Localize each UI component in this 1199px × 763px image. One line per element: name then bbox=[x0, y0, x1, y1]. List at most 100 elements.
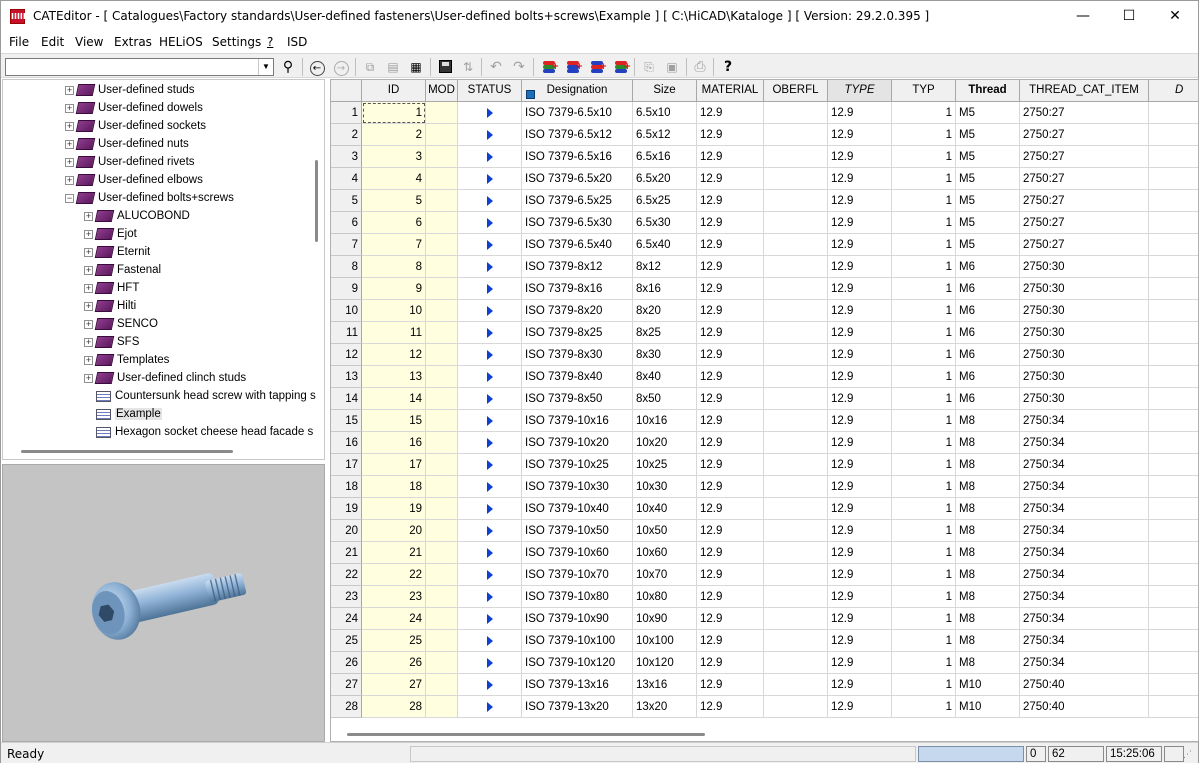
table-cell[interactable]: 8x25 bbox=[633, 322, 697, 344]
table-cell[interactable] bbox=[1149, 234, 1198, 256]
table-cell[interactable] bbox=[764, 564, 828, 586]
table-cell[interactable] bbox=[1149, 300, 1198, 322]
table-cell[interactable]: 10x120 bbox=[633, 652, 697, 674]
table-cell[interactable] bbox=[764, 410, 828, 432]
tree-item[interactable]: Countersunk head screw with tapping s bbox=[84, 387, 316, 405]
tree-expander-icon[interactable]: + bbox=[84, 211, 93, 221]
table-cell[interactable]: 10x16 bbox=[633, 410, 697, 432]
table-cell[interactable]: 12.9 bbox=[828, 344, 892, 366]
table-cell[interactable]: 15 bbox=[362, 410, 426, 432]
table-cell[interactable]: 1 bbox=[892, 432, 956, 454]
table-cell[interactable] bbox=[764, 498, 828, 520]
table-cell[interactable]: 12.9 bbox=[697, 564, 764, 586]
table-cell[interactable] bbox=[426, 564, 458, 586]
copy-rows-icon[interactable]: ⧉ bbox=[360, 57, 380, 77]
table-cell[interactable]: 2750:40 bbox=[1020, 696, 1149, 718]
back-button[interactable]: ← bbox=[307, 57, 327, 77]
table-cell[interactable]: 19 bbox=[362, 498, 426, 520]
table-cell[interactable] bbox=[426, 322, 458, 344]
tree-expander-icon[interactable]: + bbox=[65, 139, 74, 149]
table-cell[interactable] bbox=[1149, 674, 1198, 696]
table-cell[interactable]: 2750:40 bbox=[1020, 674, 1149, 696]
table-cell[interactable] bbox=[426, 432, 458, 454]
tree-horizontal-scrollbar[interactable] bbox=[3, 444, 324, 459]
table-cell[interactable] bbox=[764, 190, 828, 212]
paste-icon[interactable]: ▣ bbox=[662, 57, 682, 77]
table-cell[interactable] bbox=[1149, 256, 1198, 278]
table-cell[interactable] bbox=[426, 256, 458, 278]
tree-item[interactable]: + Eternit bbox=[84, 243, 150, 261]
status-cell[interactable] bbox=[458, 476, 522, 498]
table-cell[interactable]: 12.9 bbox=[828, 542, 892, 564]
maximize-button[interactable]: ☐ bbox=[1106, 1, 1152, 32]
table-cell[interactable]: 1 bbox=[892, 234, 956, 256]
table-cell[interactable]: M8 bbox=[956, 432, 1020, 454]
table-cell[interactable]: 12.9 bbox=[697, 476, 764, 498]
table-cell[interactable]: 12.9 bbox=[697, 322, 764, 344]
table-cell[interactable] bbox=[426, 630, 458, 652]
table-cell[interactable]: 18 bbox=[362, 476, 426, 498]
sort-icon[interactable]: ⇅ bbox=[458, 57, 478, 77]
table-cell[interactable]: 12.9 bbox=[828, 476, 892, 498]
table-cell[interactable]: 2 bbox=[362, 124, 426, 146]
database-add-button-3[interactable]: + bbox=[587, 57, 607, 77]
status-cell[interactable] bbox=[458, 542, 522, 564]
table-cell[interactable]: 13x16 bbox=[633, 674, 697, 696]
table-cell[interactable] bbox=[1149, 278, 1198, 300]
tree-expander-icon[interactable]: + bbox=[84, 355, 93, 365]
table-cell[interactable]: 6.5x40 bbox=[633, 234, 697, 256]
table-cell[interactable]: 2750:30 bbox=[1020, 388, 1149, 410]
table-cell[interactable]: ISO 7379-10x30 bbox=[522, 476, 633, 498]
table-cell[interactable]: 10x30 bbox=[633, 476, 697, 498]
table-cell[interactable]: 22 bbox=[362, 564, 426, 586]
table-cell[interactable] bbox=[764, 256, 828, 278]
table-cell[interactable] bbox=[426, 146, 458, 168]
table-cell[interactable] bbox=[764, 630, 828, 652]
table-cell[interactable]: 12.9 bbox=[828, 498, 892, 520]
table-cell[interactable]: 12.9 bbox=[828, 630, 892, 652]
column-header[interactable]: OBERFL bbox=[764, 80, 828, 102]
table-cell[interactable]: ISO 7379-6.5x10 bbox=[522, 102, 633, 124]
table-cell[interactable]: 10x100 bbox=[633, 630, 697, 652]
table-cell[interactable]: 8x20 bbox=[633, 300, 697, 322]
copy-icon[interactable]: ⎘ bbox=[639, 57, 659, 77]
table-cell[interactable]: 1 bbox=[892, 146, 956, 168]
column-header[interactable]: MATERIAL bbox=[697, 80, 764, 102]
table-cell[interactable]: 1 bbox=[892, 256, 956, 278]
table-cell[interactable]: 2750:30 bbox=[1020, 366, 1149, 388]
table-cell[interactable]: 12.9 bbox=[828, 300, 892, 322]
status-cell[interactable] bbox=[458, 102, 522, 124]
search-combobox[interactable]: ▼ bbox=[5, 58, 274, 76]
table-cell[interactable]: 12.9 bbox=[828, 454, 892, 476]
table-cell[interactable]: 10 bbox=[362, 300, 426, 322]
table-cell[interactable]: M5 bbox=[956, 168, 1020, 190]
status-cell[interactable] bbox=[458, 454, 522, 476]
table-cell[interactable]: 1 bbox=[892, 322, 956, 344]
table-cell[interactable]: 10x70 bbox=[633, 564, 697, 586]
table-cell[interactable] bbox=[426, 696, 458, 718]
table-cell[interactable]: 1 bbox=[892, 542, 956, 564]
table-cell[interactable]: M8 bbox=[956, 652, 1020, 674]
table-cell[interactable]: 2750:27 bbox=[1020, 190, 1149, 212]
table-cell[interactable]: ISO 7379-6.5x20 bbox=[522, 168, 633, 190]
table-cell[interactable]: 12.9 bbox=[828, 146, 892, 168]
table-cell[interactable]: 27 bbox=[362, 674, 426, 696]
table-cell[interactable] bbox=[426, 278, 458, 300]
database-add-button-4[interactable]: + bbox=[611, 57, 631, 77]
table-cell[interactable] bbox=[764, 366, 828, 388]
table-cell[interactable]: 11 bbox=[362, 322, 426, 344]
table-cell[interactable] bbox=[764, 652, 828, 674]
table-cell[interactable]: 1 bbox=[892, 454, 956, 476]
table-cell[interactable]: 2750:34 bbox=[1020, 410, 1149, 432]
resize-grip-icon[interactable]: ⋰ bbox=[1183, 748, 1195, 761]
table-cell[interactable] bbox=[1149, 564, 1198, 586]
status-cell[interactable] bbox=[458, 322, 522, 344]
status-cell[interactable] bbox=[458, 674, 522, 696]
table-cell[interactable]: 12.9 bbox=[697, 498, 764, 520]
table-cell[interactable]: 1 bbox=[892, 300, 956, 322]
table-cell[interactable] bbox=[764, 454, 828, 476]
table-cell[interactable]: 7 bbox=[362, 234, 426, 256]
table-cell[interactable]: 1 bbox=[892, 168, 956, 190]
table-cell[interactable] bbox=[426, 476, 458, 498]
table-cell[interactable]: 12.9 bbox=[828, 168, 892, 190]
